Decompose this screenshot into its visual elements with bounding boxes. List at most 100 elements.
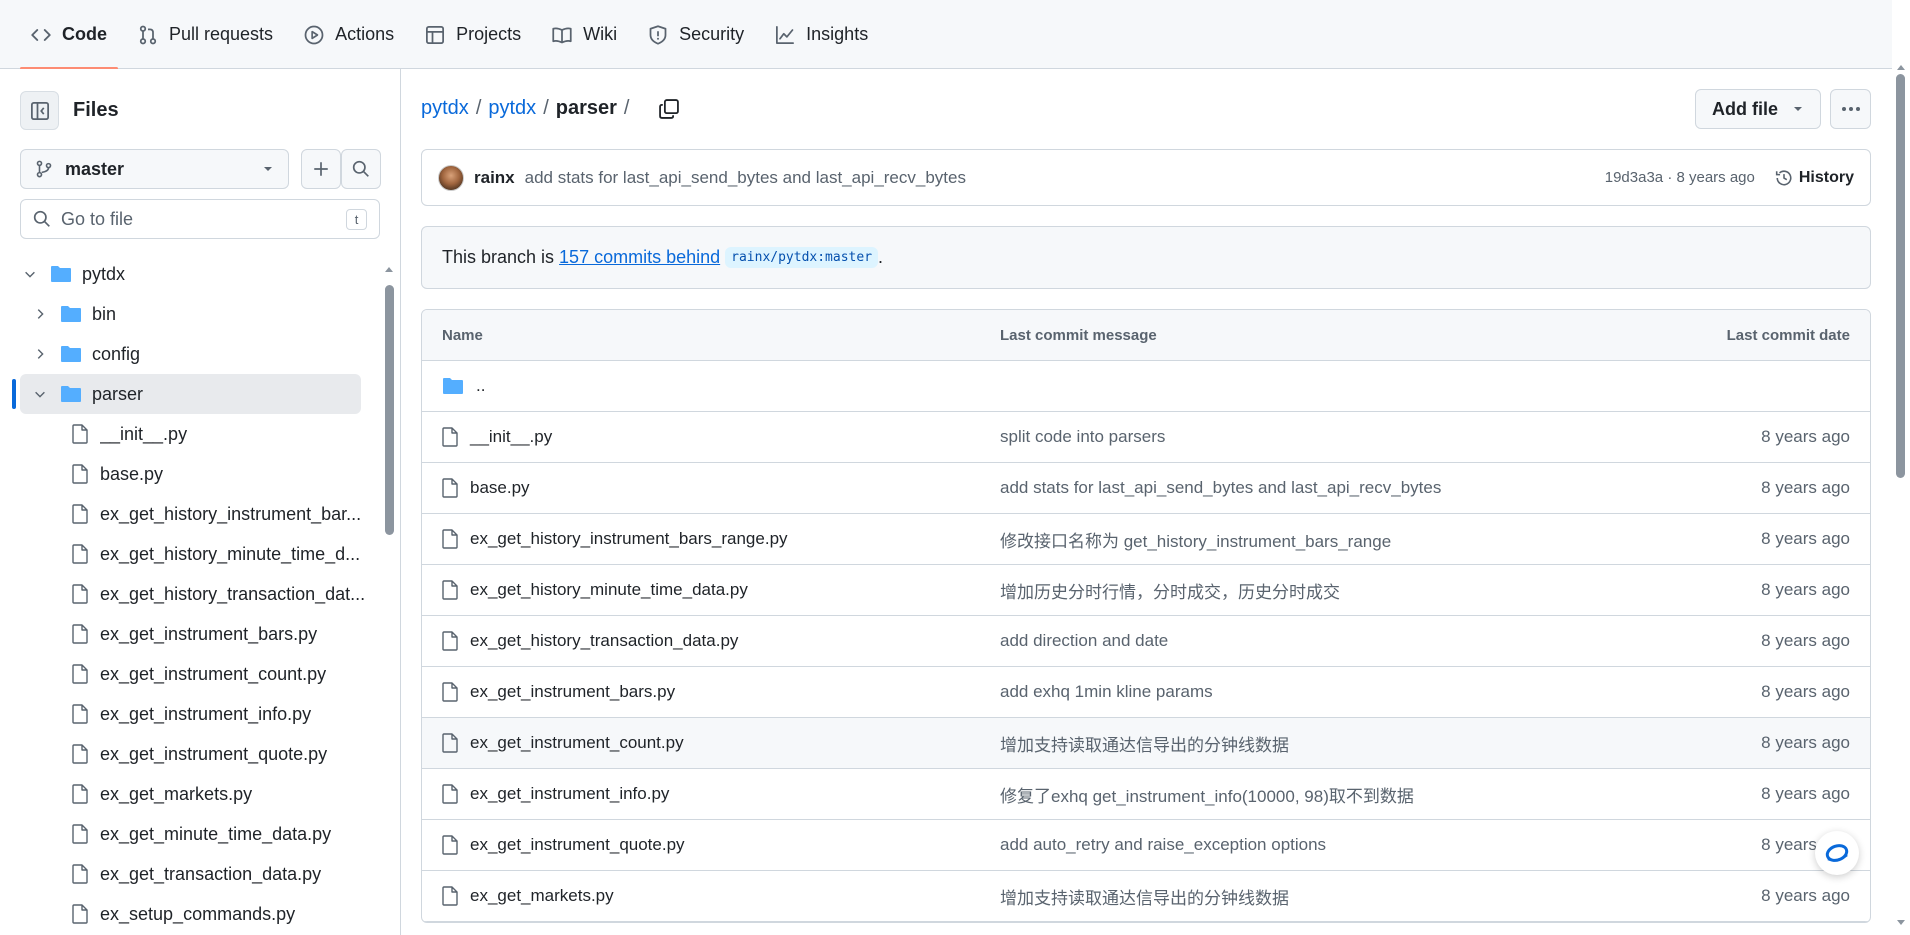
chevron-right-icon[interactable]: [30, 307, 50, 321]
file-name-link[interactable]: ex_get_instrument_info.py: [470, 784, 669, 804]
folder-open-icon: [51, 266, 71, 282]
commit-message-link[interactable]: 修改接口名称为 get_history_instrument_bars_rang…: [1000, 527, 1630, 552]
sidebar-scrollbar-thumb[interactable]: [385, 285, 394, 535]
tree-item-file[interactable]: ex_get_history_minute_time_d...: [0, 534, 380, 574]
upstream-ref[interactable]: rainx/pytdx:master: [725, 247, 879, 268]
breadcrumb-current: parser: [555, 97, 617, 119]
avatar[interactable]: [438, 164, 464, 191]
tab-code[interactable]: Code: [20, 0, 118, 70]
search-files-button[interactable]: [341, 149, 381, 189]
scroll-up-arrow-icon[interactable]: [383, 264, 395, 274]
tree-item-parser[interactable]: parser: [12, 374, 361, 414]
tree-item-file[interactable]: ex_get_instrument_info.py: [0, 694, 380, 734]
parent-directory-link[interactable]: ..: [476, 376, 485, 396]
file-name-link[interactable]: ex_get_instrument_bars.py: [470, 682, 675, 702]
chevron-right-icon[interactable]: [30, 347, 50, 361]
tree-item-file[interactable]: __init__.py: [0, 414, 380, 454]
file-name-link[interactable]: ex_get_markets.py: [470, 886, 614, 906]
collapse-sidebar-button[interactable]: [20, 91, 59, 130]
commit-message-link[interactable]: 增加历史分时行情，分时成交，历史分时成交: [1000, 578, 1630, 603]
commit-date: 8 years ago: [1761, 631, 1850, 650]
tree-item-file[interactable]: ex_get_instrument_quote.py: [0, 734, 380, 774]
file-icon: [442, 784, 458, 804]
tree-item-pytdx[interactable]: pytdx: [0, 254, 380, 294]
tree-item-label: parser: [92, 383, 144, 404]
file-icon: [442, 835, 458, 855]
file-icon: [72, 504, 88, 524]
tree-item-config[interactable]: config: [0, 334, 380, 374]
tree-item-file[interactable]: ex_setup_commands.py: [0, 894, 380, 934]
breadcrumb-root-link[interactable]: pytdx: [421, 97, 469, 120]
commit-message-link[interactable]: 修复了exhq get_instrument_info(10000, 98)取不…: [1000, 782, 1630, 807]
tab-wiki[interactable]: Wiki: [541, 0, 628, 69]
file-icon: [442, 529, 458, 549]
commit-author[interactable]: rainx: [474, 168, 515, 188]
tree-item-file[interactable]: base.py: [0, 454, 380, 494]
chevron-down-icon[interactable]: [30, 387, 50, 401]
page-scroll-up-icon[interactable]: [1895, 62, 1907, 72]
tree-item-file[interactable]: ex_get_instrument_bars.py: [0, 614, 380, 654]
more-options-button[interactable]: [1830, 89, 1871, 129]
file-icon: [442, 478, 458, 498]
tree-item-label: ex_get_instrument_quote.py: [100, 743, 328, 764]
tab-label: Projects: [456, 24, 522, 44]
commit-message[interactable]: add stats for last_api_send_bytes and la…: [525, 168, 966, 188]
breadcrumb-mid-link[interactable]: pytdx: [488, 97, 536, 120]
add-file-dropdown[interactable]: Add file: [1695, 89, 1821, 129]
file-name-link[interactable]: ex_get_instrument_count.py: [470, 733, 684, 753]
file-name-link[interactable]: ex_get_history_minute_time_data.py: [470, 580, 748, 600]
commit-message-link[interactable]: 增加支持读取通达信导出的分钟线数据: [1000, 884, 1630, 909]
tree-item-file[interactable]: ex_get_history_instrument_bar...: [0, 494, 380, 534]
tree-item-file[interactable]: ex_get_minute_time_data.py: [0, 814, 380, 854]
tab-insights[interactable]: Insights: [764, 0, 879, 69]
parent-directory-row[interactable]: ..: [422, 361, 1870, 412]
file-icon: [72, 864, 88, 884]
add-file-button[interactable]: [301, 149, 341, 189]
copy-path-button[interactable]: [658, 98, 680, 120]
commit-message-link[interactable]: add exhq 1min kline params: [1000, 682, 1630, 702]
file-name-link[interactable]: base.py: [470, 478, 530, 498]
commit-message-link[interactable]: 增加支持读取通达信导出的分钟线数据: [1000, 731, 1630, 756]
floating-assistant-button[interactable]: [1815, 831, 1859, 875]
table-row: ex_get_instrument_count.py 增加支持读取通达信导出的分…: [422, 718, 1870, 769]
tree-item-file[interactable]: ex_get_transaction_data.py: [0, 854, 380, 894]
tree-item-file[interactable]: ex_get_instrument_count.py: [0, 654, 380, 694]
commit-message-link[interactable]: add direction and date: [1000, 631, 1630, 651]
branch-selector[interactable]: master: [20, 149, 289, 189]
tab-security[interactable]: Security: [637, 0, 755, 69]
file-name-link[interactable]: ex_get_instrument_quote.py: [470, 835, 685, 855]
graph-icon: [776, 25, 795, 44]
tree-item-file[interactable]: ex_get_markets.py: [0, 774, 380, 814]
commit-date: 8 years ago: [1761, 580, 1850, 599]
file-name-link[interactable]: __init__.py: [470, 427, 552, 447]
tab-pull-requests[interactable]: Pull requests: [127, 0, 284, 69]
tree-item-bin[interactable]: bin: [0, 294, 380, 334]
tab-actions[interactable]: Actions: [293, 0, 405, 69]
tree-item-label: ex_setup_commands.py: [100, 903, 296, 924]
chevron-down-icon[interactable]: [20, 267, 40, 281]
assistant-icon: [1825, 844, 1849, 862]
tab-label: Pull requests: [169, 24, 274, 44]
table-icon: [426, 25, 445, 44]
file-icon: [72, 784, 88, 804]
page-scrollbar-thumb[interactable]: [1896, 74, 1905, 478]
commit-message-link[interactable]: split code into parsers: [1000, 427, 1630, 447]
file-icon: [442, 682, 458, 702]
file-name-link[interactable]: ex_get_history_instrument_bars_range.py: [470, 529, 788, 549]
file-table: Name Last commit message Last commit dat…: [421, 309, 1871, 923]
tree-item-file[interactable]: ex_get_history_transaction_dat...: [0, 574, 380, 614]
tab-projects[interactable]: Projects: [414, 0, 532, 69]
go-to-file-field[interactable]: t: [20, 199, 380, 239]
commit-message-link[interactable]: add auto_retry and raise_exception optio…: [1000, 835, 1630, 855]
commit-meta[interactable]: 19d3a3a · 8 years ago: [1605, 169, 1755, 186]
commit-message-link[interactable]: add stats for last_api_send_bytes and la…: [1000, 478, 1630, 498]
commits-behind-link[interactable]: 157 commits behind: [559, 247, 720, 268]
history-button[interactable]: History: [1775, 169, 1854, 187]
commit-date: 8 years ago: [1761, 784, 1850, 803]
page-scroll-down-icon[interactable]: [1895, 918, 1907, 928]
go-to-file-input[interactable]: [61, 208, 346, 230]
commit-date: 8 years ago: [1761, 886, 1850, 905]
file-name-link[interactable]: ex_get_history_transaction_data.py: [470, 631, 738, 651]
tree-item-label: bin: [92, 303, 117, 324]
table-row: ex_get_history_transaction_data.py add d…: [422, 616, 1870, 667]
